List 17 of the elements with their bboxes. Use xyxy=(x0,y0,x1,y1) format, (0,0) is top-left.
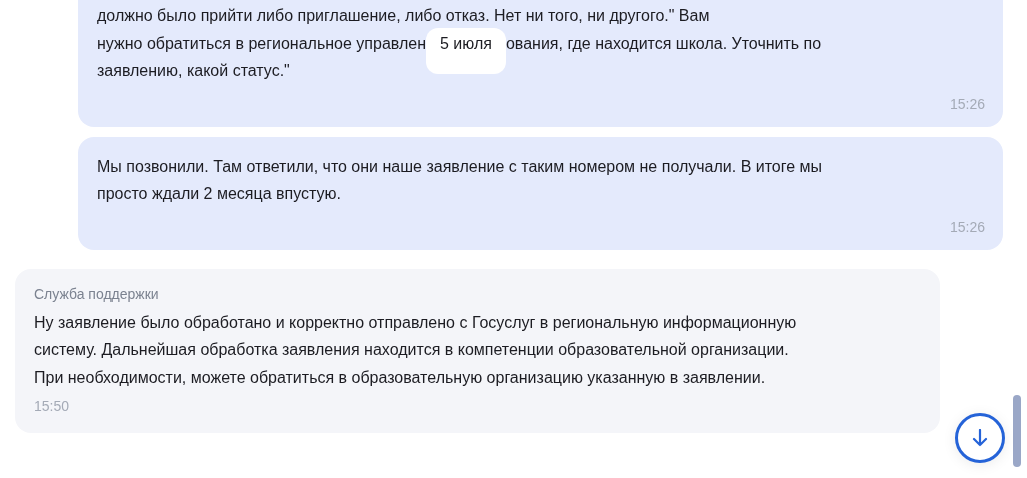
arrow-down-icon xyxy=(972,429,988,447)
date-badge: 5 июля xyxy=(426,27,506,74)
message-text: ования, где находится школа. Уточнить по xyxy=(505,34,822,52)
message-text: заявлению, какой статус." xyxy=(97,62,290,79)
message-text: должно было прийти либо приглашение, либо отказ. Нет ни того, ни другого." Вам xyxy=(97,7,710,24)
message-time: 15:26 xyxy=(948,94,985,114)
message-text: просто ждали 2 месяца впустую. xyxy=(97,185,341,202)
message-text: систему. Дальнейшая обработка заявления находится в компетенции образовательной организации. xyxy=(34,341,789,358)
message-text: нужно обратиться в региональное управлен xyxy=(97,34,426,52)
message-text: При необходимости, можете обратиться в образовательную организацию указанную в заявлении. xyxy=(34,368,766,386)
message-text: Ну заявление было обработано и корректно отправлено с Госуслуг в региональную информационную xyxy=(34,313,797,331)
scroll-down-button[interactable] xyxy=(955,413,1005,463)
message-time: 15:26 xyxy=(948,217,985,237)
sender-name: Служба поддержки xyxy=(34,284,160,303)
message-time: 15:50 xyxy=(34,397,71,416)
scrollbar[interactable] xyxy=(1013,395,1021,467)
message-text: Мы позвонили. Там ответили, что они наше заявление с таким номером не получали. В итоге мы xyxy=(97,157,823,175)
